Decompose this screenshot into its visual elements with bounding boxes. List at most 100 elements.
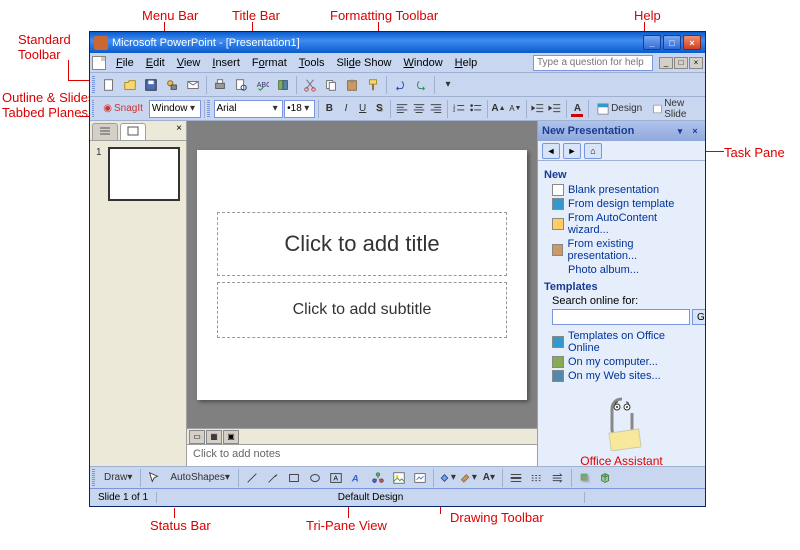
copy-button[interactable]: [321, 75, 341, 95]
task-pane-header[interactable]: New Presentation ▾ ×: [538, 121, 705, 141]
italic-button[interactable]: I: [338, 99, 354, 119]
rectangle-button[interactable]: [284, 468, 304, 488]
3d-style-button[interactable]: [596, 468, 616, 488]
link-design-template[interactable]: From design template: [544, 197, 699, 211]
snagit-button[interactable]: ◉SnagIt: [98, 99, 148, 119]
align-right-button[interactable]: [428, 99, 444, 119]
undo-button[interactable]: [390, 75, 410, 95]
subtitle-placeholder[interactable]: Click to add subtitle: [217, 282, 507, 338]
line-color-button[interactable]: ▾: [458, 468, 478, 488]
select-objects-button[interactable]: [144, 468, 164, 488]
task-pane-forward-button[interactable]: ►: [563, 143, 581, 159]
menu-file[interactable]: File: [110, 55, 140, 71]
link-templates-office-online[interactable]: Templates on Office Online: [544, 329, 699, 355]
paste-button[interactable]: [342, 75, 362, 95]
tab-outline[interactable]: [92, 123, 118, 140]
align-left-button[interactable]: [394, 99, 410, 119]
slide-canvas[interactable]: Click to add title Click to add subtitle: [197, 150, 527, 400]
numbering-button[interactable]: 12: [451, 99, 467, 119]
format-painter-button[interactable]: [363, 75, 383, 95]
title-placeholder[interactable]: Click to add title: [217, 212, 507, 276]
arrow-button[interactable]: [263, 468, 283, 488]
menu-tools[interactable]: Tools: [293, 55, 331, 71]
dash-style-button[interactable]: [527, 468, 547, 488]
link-blank-presentation[interactable]: Blank presentation: [544, 183, 699, 197]
template-search-input[interactable]: [552, 309, 690, 325]
menu-help[interactable]: Help: [449, 55, 484, 71]
wordart-button[interactable]: A: [347, 468, 367, 488]
new-slide-button[interactable]: New Slide: [648, 99, 703, 119]
menu-insert[interactable]: Insert: [206, 55, 246, 71]
clipart-button[interactable]: [389, 468, 409, 488]
diagram-button[interactable]: [368, 468, 388, 488]
font-size-combo[interactable]: • 18▾: [284, 100, 315, 118]
insert-picture-button[interactable]: [410, 468, 430, 488]
increase-indent-button[interactable]: [547, 99, 563, 119]
minimize-button[interactable]: _: [643, 35, 661, 50]
draw-menu-button[interactable]: Draw ▾: [99, 468, 137, 488]
font-color-button-draw[interactable]: A▾: [479, 468, 499, 488]
toolbar-grip[interactable]: [92, 76, 95, 94]
bold-button[interactable]: B: [322, 99, 338, 119]
close-button[interactable]: ×: [683, 35, 701, 50]
print-button[interactable]: [210, 75, 230, 95]
menu-format[interactable]: Format: [246, 55, 293, 71]
spelling-button[interactable]: ABC: [252, 75, 272, 95]
decrease-font-button[interactable]: A▼: [508, 99, 524, 119]
open-button[interactable]: [120, 75, 140, 95]
slideshow-view-button[interactable]: ▣: [223, 430, 239, 444]
oval-button[interactable]: [305, 468, 325, 488]
snagit-target-combo[interactable]: Window▾: [149, 100, 201, 118]
line-button[interactable]: [242, 468, 262, 488]
help-search-input[interactable]: [533, 55, 653, 71]
slide-sorter-view-button[interactable]: ▦: [206, 430, 222, 444]
link-templates-my-computer[interactable]: On my computer...: [544, 355, 699, 369]
task-pane-back-button[interactable]: ◄: [542, 143, 560, 159]
underline-button[interactable]: U: [355, 99, 371, 119]
mdi-close-button[interactable]: ×: [689, 57, 703, 69]
notes-pane[interactable]: Click to add notes: [187, 444, 537, 466]
slide-thumbnail-1[interactable]: [108, 147, 180, 201]
slide-area[interactable]: Click to add title Click to add subtitle: [187, 121, 537, 428]
menu-window[interactable]: Window: [398, 55, 449, 71]
mdi-restore-button[interactable]: □: [674, 57, 688, 69]
text-box-button[interactable]: A: [326, 468, 346, 488]
title-bar[interactable]: Microsoft PowerPoint - [Presentation1] _…: [90, 32, 705, 53]
cut-button[interactable]: [300, 75, 320, 95]
office-assistant[interactable]: Office Assistant: [544, 383, 699, 466]
save-button[interactable]: [141, 75, 161, 95]
increase-font-button[interactable]: A▲: [490, 99, 506, 119]
permission-button[interactable]: [162, 75, 182, 95]
link-photo-album[interactable]: Photo album...: [544, 263, 699, 277]
align-center-button[interactable]: [411, 99, 427, 119]
maximize-button[interactable]: □: [663, 35, 681, 50]
task-pane-dropdown-button[interactable]: ▾: [674, 125, 686, 137]
toolbar-options-button[interactable]: ▾: [438, 75, 458, 95]
fill-color-button[interactable]: ▾: [437, 468, 457, 488]
menu-slideshow[interactable]: Slide Show: [330, 55, 397, 71]
task-pane-close-button[interactable]: ×: [689, 125, 701, 137]
email-button[interactable]: [183, 75, 203, 95]
arrow-style-button[interactable]: [548, 468, 568, 488]
autoshapes-button[interactable]: AutoShapes ▾: [165, 468, 235, 488]
font-color-button[interactable]: A: [570, 99, 586, 119]
print-preview-button[interactable]: [231, 75, 251, 95]
template-search-go-button[interactable]: Go: [692, 309, 705, 325]
link-autocontent[interactable]: From AutoContent wizard...: [544, 211, 699, 237]
link-existing-presentation[interactable]: From existing presentation...: [544, 237, 699, 263]
toolbar-grip[interactable]: [92, 469, 95, 487]
menu-edit[interactable]: Edit: [140, 55, 171, 71]
redo-button[interactable]: [411, 75, 431, 95]
font-combo[interactable]: Arial▾: [214, 100, 284, 118]
link-templates-my-websites[interactable]: On my Web sites...: [544, 369, 699, 383]
normal-view-button[interactable]: ▭: [189, 430, 205, 444]
document-icon[interactable]: [92, 56, 106, 70]
toolbar-grip[interactable]: [207, 100, 209, 118]
decrease-indent-button[interactable]: [530, 99, 546, 119]
shadow-button[interactable]: S: [371, 99, 387, 119]
tabs-close-button[interactable]: ×: [172, 121, 186, 140]
tab-slides[interactable]: [120, 123, 146, 140]
toolbar-grip[interactable]: [92, 100, 94, 118]
menu-view[interactable]: View: [171, 55, 207, 71]
mdi-minimize-button[interactable]: _: [659, 57, 673, 69]
